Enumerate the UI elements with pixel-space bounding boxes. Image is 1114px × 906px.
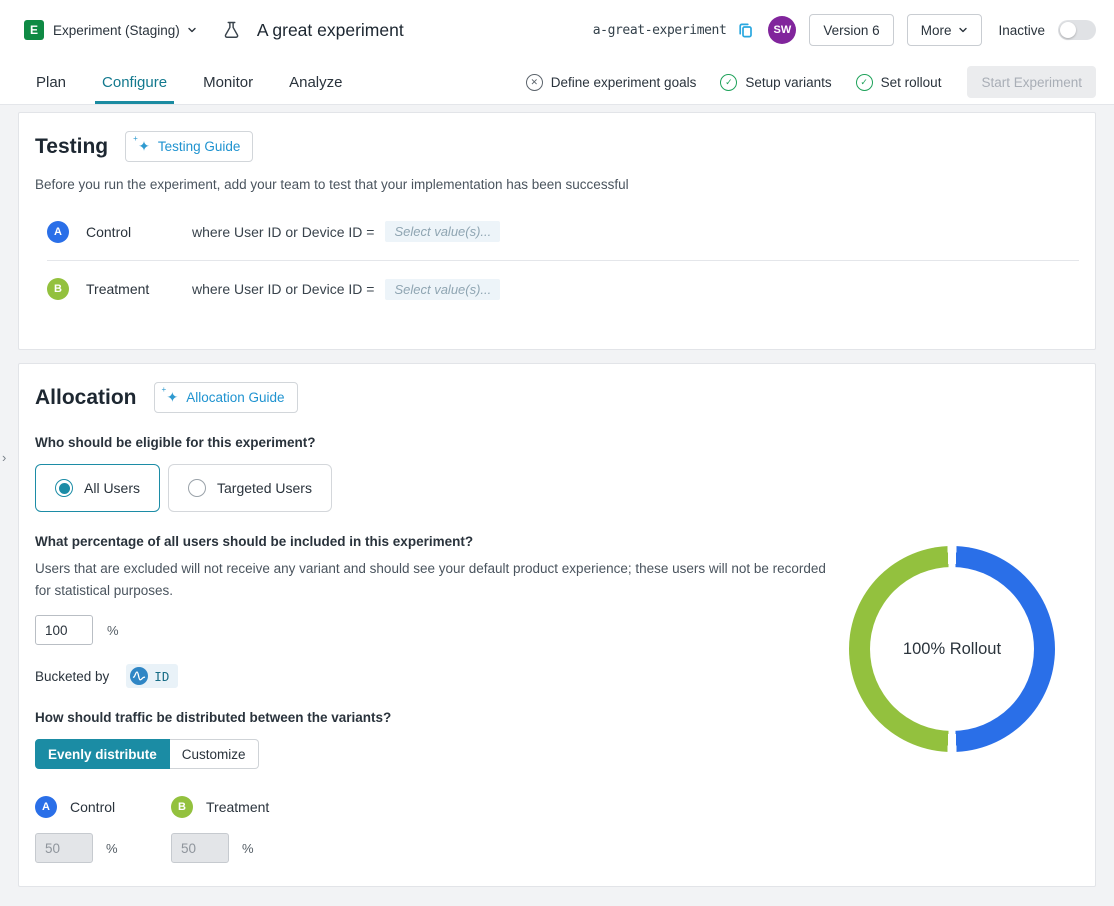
variant-badge-a: A <box>35 796 57 818</box>
percent-sign: % <box>106 841 118 856</box>
radio-card-targeted-users[interactable]: Targeted Users <box>168 464 332 512</box>
rollout-donut-label: 100% Rollout <box>849 546 1055 752</box>
segment-customize[interactable]: Customize <box>170 739 259 769</box>
active-toggle[interactable] <box>1058 20 1096 40</box>
condition-label: where User ID or Device ID = <box>192 281 374 297</box>
radio-card-label: Targeted Users <box>217 480 312 496</box>
radio-card-all-users[interactable]: All Users <box>35 464 160 512</box>
radio-selected-icon <box>55 479 73 497</box>
variant-name: Treatment <box>86 281 192 297</box>
milestone-label: Define experiment goals <box>551 75 697 90</box>
allocation-guide-button[interactable]: ✦+ Allocation Guide <box>154 382 298 413</box>
check-circle-icon: ✓ <box>856 74 873 91</box>
cross-circle-icon: ✕ <box>526 74 543 91</box>
treatment-allocation-input[interactable] <box>171 833 229 863</box>
chevron-down-icon <box>958 25 968 35</box>
page-title: A great experiment <box>257 20 404 41</box>
active-status-label: Inactive <box>998 23 1045 38</box>
allocation-section: Allocation ✦+ Allocation Guide Who shoul… <box>18 363 1096 887</box>
allocation-section-title: Allocation <box>35 386 137 410</box>
milestone-label: Setup variants <box>745 75 831 90</box>
variant-badge-a: A <box>47 221 69 243</box>
percent-sign: % <box>107 623 119 638</box>
radio-card-label: All Users <box>84 480 140 496</box>
start-experiment-button[interactable]: Start Experiment <box>967 66 1096 98</box>
environment-selector[interactable]: E Experiment (Staging) <box>24 20 197 40</box>
app-header: E Experiment (Staging) A great experimen… <box>0 0 1114 60</box>
more-button[interactable]: More <box>907 14 983 46</box>
testing-guide-button[interactable]: ✦+ Testing Guide <box>125 131 253 162</box>
testing-description: Before you run the experiment, add your … <box>35 177 1079 192</box>
percentage-input[interactable] <box>35 615 93 645</box>
testing-section-title: Testing <box>35 135 108 159</box>
flask-icon <box>221 20 242 41</box>
experiment-slug: a-great-experiment <box>593 23 727 38</box>
sparkle-icon: ✦+ <box>167 389 179 406</box>
milestone-label: Set rollout <box>881 75 942 90</box>
milestone-setup-variants[interactable]: ✓ Setup variants <box>720 74 831 91</box>
variant-name: Control <box>70 799 115 815</box>
environment-name: Experiment (Staging) <box>53 23 180 38</box>
tab-configure[interactable]: Configure <box>102 60 167 104</box>
tab-bar: Plan Configure Monitor Analyze ✕ Define … <box>0 60 1114 105</box>
testing-row-treatment: B Treatment where User ID or Device ID =… <box>47 260 1079 317</box>
copy-icon[interactable] <box>736 21 755 40</box>
tab-monitor[interactable]: Monitor <box>203 60 253 104</box>
radio-unselected-icon <box>188 479 206 497</box>
variant-badge-b: B <box>171 796 193 818</box>
variant-name: Control <box>86 224 192 240</box>
variant-name: Treatment <box>206 799 269 815</box>
tab-plan[interactable]: Plan <box>36 60 66 104</box>
bucketed-by-chip[interactable]: ID <box>126 664 178 688</box>
percent-sign: % <box>242 841 254 856</box>
bucketed-by-label: Bucketed by <box>35 669 109 684</box>
environment-badge: E <box>24 20 44 40</box>
eligibility-question: Who should be eligible for this experime… <box>35 435 1079 450</box>
variant-badge-b: B <box>47 278 69 300</box>
segment-evenly-distribute[interactable]: Evenly distribute <box>35 739 170 769</box>
milestone-define-goals[interactable]: ✕ Define experiment goals <box>526 74 697 91</box>
check-circle-icon: ✓ <box>720 74 737 91</box>
avatar[interactable]: SW <box>768 16 796 44</box>
more-button-label: More <box>921 23 952 38</box>
milestone-set-rollout[interactable]: ✓ Set rollout <box>856 74 942 91</box>
chevron-down-icon <box>187 25 197 35</box>
panel-expand-chevron-icon[interactable]: › <box>2 450 6 465</box>
testing-guide-label: Testing Guide <box>158 139 241 154</box>
sparkle-icon: ✦+ <box>138 138 150 155</box>
bucketed-by-chip-label: ID <box>154 669 169 684</box>
tab-analyze[interactable]: Analyze <box>289 60 342 104</box>
value-select-treatment[interactable]: Select value(s)... <box>385 279 500 300</box>
condition-label: where User ID or Device ID = <box>192 224 374 240</box>
control-allocation-input[interactable] <box>35 833 93 863</box>
rollout-donut-chart: 100% Rollout <box>849 546 1055 752</box>
allocation-guide-label: Allocation Guide <box>186 390 284 405</box>
testing-section: Testing ✦+ Testing Guide Before you run … <box>18 112 1096 350</box>
version-button[interactable]: Version 6 <box>809 14 893 46</box>
value-select-control[interactable]: Select value(s)... <box>385 221 500 242</box>
amplitude-icon <box>130 667 148 685</box>
testing-row-control: A Control where User ID or Device ID = S… <box>47 203 1079 260</box>
percentage-description: Users that are excluded will not receive… <box>35 558 840 601</box>
